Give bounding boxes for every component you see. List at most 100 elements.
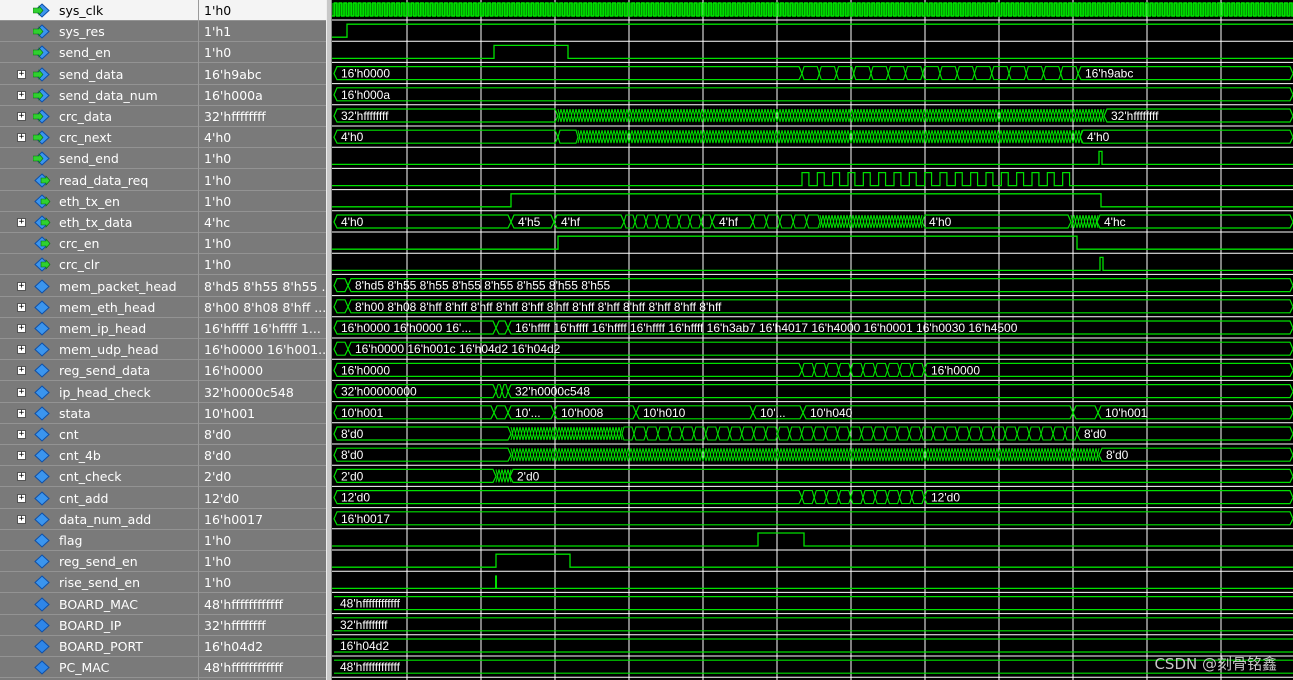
bus-value: 16'h9abc [1085,67,1133,81]
expand-icon[interactable]: + [17,133,26,143]
internal-signal-icon [33,469,51,485]
bus-value: 32'hffffffff [1111,109,1159,123]
bus-segment [717,426,731,441]
signal-row-mem_packet_head[interactable]: + mem_packet_head [0,276,198,297]
expand-icon[interactable]: + [17,302,26,312]
signal-row-BOARD_IP[interactable]: BOARD_IP [0,615,198,636]
signal-row-crc_en[interactable]: crc_en [0,233,198,255]
signal-row-BOARD_MAC[interactable]: BOARD_MAC [0,594,198,615]
waveform-pane[interactable]: 16'h0000 16'h9abc 16'h000a 32'hffffffff 32'h… [332,0,1293,680]
bus-segment [860,426,875,441]
expand-icon[interactable]: + [17,366,26,376]
expand-icon[interactable]: + [17,112,26,121]
internal-signal-icon [33,533,51,548]
signal-row-stata[interactable]: + stata [0,403,198,424]
expand-icon[interactable]: + [17,493,26,503]
bus-segment [1064,426,1078,441]
bus-segment [557,129,579,144]
signal-row-cnt_add[interactable]: + cnt_add [0,488,198,509]
bus-value: 4'h0 [341,130,364,144]
bus-segment [801,426,815,441]
signal-row-rise_send_en[interactable]: rise_send_en [0,572,198,594]
signal-row-mem_eth_head[interactable]: + mem_eth_head [0,297,198,318]
bus-segment [887,66,907,81]
expand-icon[interactable]: + [17,281,26,291]
wave-mem_ip_head: 16'h0000 16'h0000 16'... 16'hffff 16'hfff… [332,320,1293,339]
bus-segment [801,66,820,81]
bus-segment [944,426,958,441]
signal-row-send_data_num[interactable]: + send_data_num [0,85,198,106]
signal-value: 1'h0 [199,254,327,276]
expand-icon[interactable]: + [17,69,26,79]
signal-row-read_data_req[interactable]: read_data_req [0,170,198,191]
signal-row-sys_clk[interactable]: sys_clk [0,0,198,21]
waveform-canvas[interactable]: 16'h0000 16'h9abc16'h000a32'hffffffff 32'h… [332,0,1293,680]
bus-segment [908,426,922,441]
signal-value: 1'h0 [199,530,327,551]
signal-row-send_end[interactable]: send_end [0,148,198,170]
bus-value: 48'hffffffffffff [340,597,401,611]
bus-value: 16'h000a [341,88,390,102]
bus-segment [956,66,976,81]
bus-value: 16'h0000 [341,363,390,377]
signal-row-eth_tx_en[interactable]: eth_tx_en [0,191,198,212]
signal-row-PC_MAC[interactable]: PC_MAC [0,657,198,679]
wave-reg_send_en [332,553,1293,572]
bus-segment [741,426,755,441]
signal-row-mem_udp_head[interactable]: + mem_udp_head [0,339,198,361]
signal-row-cnt_4b[interactable]: + cnt_4b [0,445,198,467]
output-signal-icon [33,194,51,209]
internal-signal-icon [33,321,51,336]
bus-segment [932,426,946,441]
bus-value: 16'hffff 16'hffff 16'hffff 16'hffff 16'h… [515,321,1018,335]
bus-segment [923,490,1293,505]
expand-icon[interactable]: + [17,408,26,418]
bus-segment [838,362,852,377]
signal-name: read_data_req [59,172,149,188]
signal-row-flag[interactable]: flag [0,530,198,551]
wave-crc_en [332,235,1293,254]
pulse-wave [332,172,1293,187]
expand-icon[interactable]: + [17,218,26,227]
signal-row-cnt[interactable]: + cnt [0,424,198,445]
expand-icon[interactable]: + [17,345,26,355]
expand-icon[interactable]: + [17,451,26,461]
signal-row-crc_clr[interactable]: crc_clr [0,254,198,276]
bus-segment [729,426,743,441]
bus-segment [1076,426,1293,441]
signal-row-data_num_add[interactable]: + data_num_add [0,509,198,530]
bus-segment [333,341,349,356]
expand-icon[interactable]: + [17,324,26,333]
signal-name: cnt_4b [59,448,101,464]
bus-segment [939,66,958,81]
expand-icon[interactable]: + [17,430,26,439]
expand-icon[interactable]: + [17,387,26,397]
signal-row-eth_tx_data[interactable]: + eth_tx_data [0,212,198,233]
expand-icon[interactable]: + [17,514,26,524]
bus-value: 4'hc [1104,215,1126,229]
bus-value: 8'd0 [1106,448,1129,462]
expand-icon[interactable]: + [17,472,26,482]
wave-mem_eth_head: 8'h00 8'h08 8'hff 8'hff 8'hff 8'hff 8'hf… [332,299,1293,318]
signal-row-crc_next[interactable]: + crc_next [0,127,198,149]
wave-cnt_check: 2'd0 2'd0 [332,468,1293,487]
signal-name: sys_clk [59,3,104,18]
signal-row-cnt_check[interactable]: + cnt_check [0,466,198,488]
signal-value: 1'h0 [199,191,327,212]
signal-row-sys_res[interactable]: sys_res [0,21,198,43]
bus-segment [904,66,924,81]
signal-row-reg_send_data[interactable]: + reg_send_data [0,360,198,382]
signal-row-mem_ip_head[interactable]: + mem_ip_head [0,318,198,339]
signal-value: 48'hffffffffffff [199,657,327,679]
signal-row-crc_data[interactable]: + crc_data [0,106,198,127]
signal-name: cnt [59,427,79,442]
bus-value: 10'h001 [1105,406,1148,420]
signal-row-BOARD_PORT[interactable]: BOARD_PORT [0,636,198,657]
signal-row-reg_send_en[interactable]: reg_send_en [0,551,198,573]
signal-row-send_en[interactable]: send_en [0,42,198,64]
bus-segment [633,426,647,441]
expand-icon[interactable]: + [17,90,26,100]
signal-row-ip_head_check[interactable]: + ip_head_check [0,382,198,403]
signal-row-send_data[interactable]: + send_data [0,64,198,85]
bus-segment [501,384,509,399]
